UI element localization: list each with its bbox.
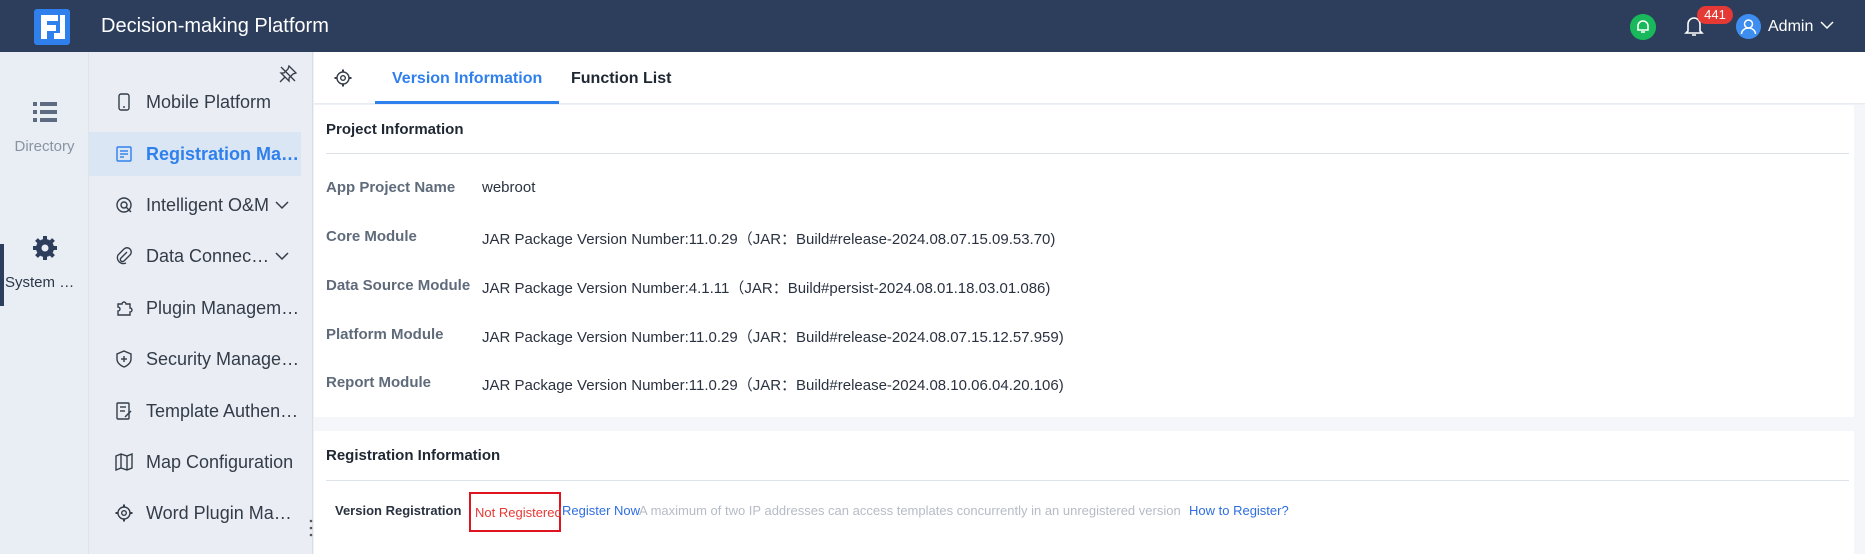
icon-rail: Directory System Management <box>0 52 89 554</box>
gear-icon <box>32 236 57 260</box>
menu-item-template-authentication[interactable]: Template Authentication <box>89 389 301 433</box>
vertical-scrollbar[interactable] <box>1854 105 1865 554</box>
menu-item-mobile-platform[interactable]: Mobile Platform <box>89 80 301 124</box>
row-value-platform-module: JAR Package Version Number:11.0.29（JAR：B… <box>482 329 1064 346</box>
template-icon <box>116 402 132 420</box>
version-registration-label: Version Registration <box>335 503 462 518</box>
map-icon <box>115 453 133 471</box>
list-icon <box>32 102 57 122</box>
app-title: Decision-making Platform <box>101 15 329 37</box>
menu-item-word-plugin-management[interactable]: Word Plugin Management <box>89 491 301 535</box>
section-separator <box>314 417 1854 431</box>
row-label-core-module: Core Module <box>326 228 417 245</box>
row-label-report-module: Report Module <box>326 374 431 391</box>
puzzle-icon <box>117 301 133 316</box>
menu-item-label: Data Connection <box>146 245 273 266</box>
row-value-core-module: JAR Package Version Number:11.0.29（JAR：B… <box>482 231 1056 248</box>
menu-item-label: Intelligent O&M <box>146 194 270 215</box>
rail-item-label: System Management <box>5 274 85 291</box>
tab-version-information[interactable]: Version Information <box>374 52 560 104</box>
menu-item-plugin-management[interactable]: Plugin Management <box>89 286 301 330</box>
section-divider <box>326 480 1849 481</box>
shield-icon <box>116 350 132 368</box>
registration-note: A maximum of two IP addresses can access… <box>639 503 1181 518</box>
menu-item-label: Security Management <box>146 348 301 369</box>
menu-item-label: Template Authentication <box>146 400 301 421</box>
registration-icon <box>116 146 132 162</box>
tab-bar: Version Information Function List <box>314 52 1865 104</box>
menu-item-label: Map Configuration <box>146 451 294 472</box>
how-to-register-link[interactable]: How to Register? <box>1189 503 1289 518</box>
top-header: Decision-making Platform 441 Admin <box>0 0 1865 52</box>
menu-item-intelligent-om[interactable]: Intelligent O&M <box>89 183 301 227</box>
menu-item-map-configuration[interactable]: Map Configuration <box>89 440 301 484</box>
menu-item-label: Mobile Platform <box>146 91 272 112</box>
row-value-data-source-module: JAR Package Version Number:4.1.11（JAR：Bu… <box>482 280 1051 297</box>
registration-status: Not Registered <box>475 505 562 520</box>
main-content: Project Information App Project Name web… <box>314 105 1854 554</box>
project-info-title: Project Information <box>326 121 464 138</box>
section-divider <box>326 153 1849 154</box>
menu-item-label: Plugin Management <box>146 297 301 318</box>
row-label-data-source-module: Data Source Module <box>326 277 471 294</box>
rail-item-label: Directory <box>14 138 75 155</box>
rail-item-system-management[interactable]: System Management <box>0 234 89 291</box>
om-icon <box>116 197 132 213</box>
rail-item-directory[interactable]: Directory <box>0 98 89 155</box>
row-label-platform-module: Platform Module <box>326 326 444 343</box>
menu-item-security-management[interactable]: Security Management <box>89 337 301 381</box>
app-logo[interactable] <box>34 9 70 45</box>
tab-function-list[interactable]: Function List <box>571 52 671 104</box>
mobile-icon <box>118 93 130 111</box>
row-value-report-module: JAR Package Version Number:11.0.29（JAR：B… <box>482 377 1064 394</box>
register-now-link[interactable]: Register Now <box>562 503 640 518</box>
chevron-down-icon <box>275 252 289 261</box>
row-label-app-project-name: App Project Name <box>326 179 456 196</box>
menu-item-data-connection[interactable]: Data Connection <box>89 234 301 278</box>
row-value-app-project-name: webroot <box>482 179 536 196</box>
menu-item-registration-management[interactable]: Registration Management <box>89 132 301 176</box>
user-name[interactable]: Admin <box>1768 18 1813 36</box>
registration-info-title: Registration Information <box>326 447 501 464</box>
menu-item-label: Registration Management <box>146 143 301 164</box>
menu-panel: Mobile Platform Registration Management … <box>89 52 318 554</box>
chat-icon[interactable] <box>1630 14 1656 40</box>
registration-status-box: Not Registered <box>469 492 562 532</box>
gear-icon[interactable] <box>334 69 352 87</box>
menu-item-label: Word Plugin Management <box>146 502 301 523</box>
avatar[interactable] <box>1736 14 1761 39</box>
chevron-down-icon[interactable] <box>1820 20 1834 30</box>
paperclip-icon <box>116 247 132 265</box>
gear-icon <box>115 504 133 522</box>
chevron-down-icon <box>275 201 289 210</box>
notification-badge[interactable]: 441 <box>1697 6 1733 24</box>
